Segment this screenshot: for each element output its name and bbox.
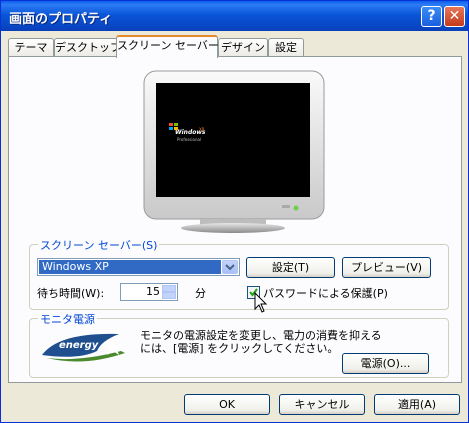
chevron-down-icon[interactable]	[222, 260, 238, 274]
preview-logo-sup: XP	[199, 127, 205, 132]
preview-logo-sub: Professional	[177, 137, 202, 142]
tab-desktop[interactable]: デスクトップ	[54, 38, 121, 56]
screensaver-preview-button[interactable]: プレビュー(V)	[342, 257, 431, 278]
screensaver-settings-button[interactable]: 設定(T)	[246, 257, 335, 278]
wait-time-unit: 分	[195, 287, 206, 300]
tab-appearance[interactable]: デザイン	[218, 38, 268, 56]
help-button[interactable]: ?	[421, 6, 442, 27]
tab-themes[interactable]: テーマ	[8, 38, 54, 56]
tab-screensaver[interactable]: スクリーン セーバー	[116, 35, 219, 58]
energy-logo-text: energy	[59, 340, 99, 351]
screensaver-group-label: スクリーン セーバー(S)	[38, 237, 160, 253]
monitor-preview	[143, 70, 325, 233]
wait-time-stepper[interactable]: 15	[120, 283, 178, 301]
power-description-line2: には、[電源] をクリックしてください。	[140, 342, 339, 355]
ok-button[interactable]: OK	[184, 394, 270, 415]
spin-up-icon[interactable]	[162, 285, 176, 292]
apply-button[interactable]: 適用(A)	[374, 394, 460, 415]
power-button[interactable]: 電源(O)...	[342, 353, 429, 374]
tab-settings[interactable]: 設定	[268, 38, 304, 56]
monitor-power-group-label: モニタ電源	[38, 311, 97, 327]
spin-down-icon[interactable]	[162, 292, 176, 299]
password-label[interactable]: パスワードによる保護(P)	[263, 285, 388, 301]
window-title: 画面のプロパティ	[9, 12, 113, 27]
windows-flag-icon	[169, 121, 179, 130]
close-button[interactable]: ✕	[444, 6, 465, 27]
screensaver-select[interactable]: Windows XP	[37, 258, 240, 276]
tab-panel: Windows XP Professional スクリーン セーバー(S) Wi…	[8, 56, 462, 383]
cancel-button[interactable]: キャンセル	[279, 394, 365, 415]
wait-time-value: 15	[146, 285, 160, 298]
wait-time-label: 待ち時間(W):	[37, 287, 105, 300]
display-properties-window: 画面のプロパティ ? ✕ テーマ デスクトップ スクリーン セーバー デザイン …	[0, 0, 469, 423]
screensaver-select-value: Windows XP	[39, 260, 221, 274]
title-bar[interactable]: 画面のプロパティ ? ✕	[1, 1, 468, 31]
mouse-cursor-icon	[254, 292, 268, 313]
